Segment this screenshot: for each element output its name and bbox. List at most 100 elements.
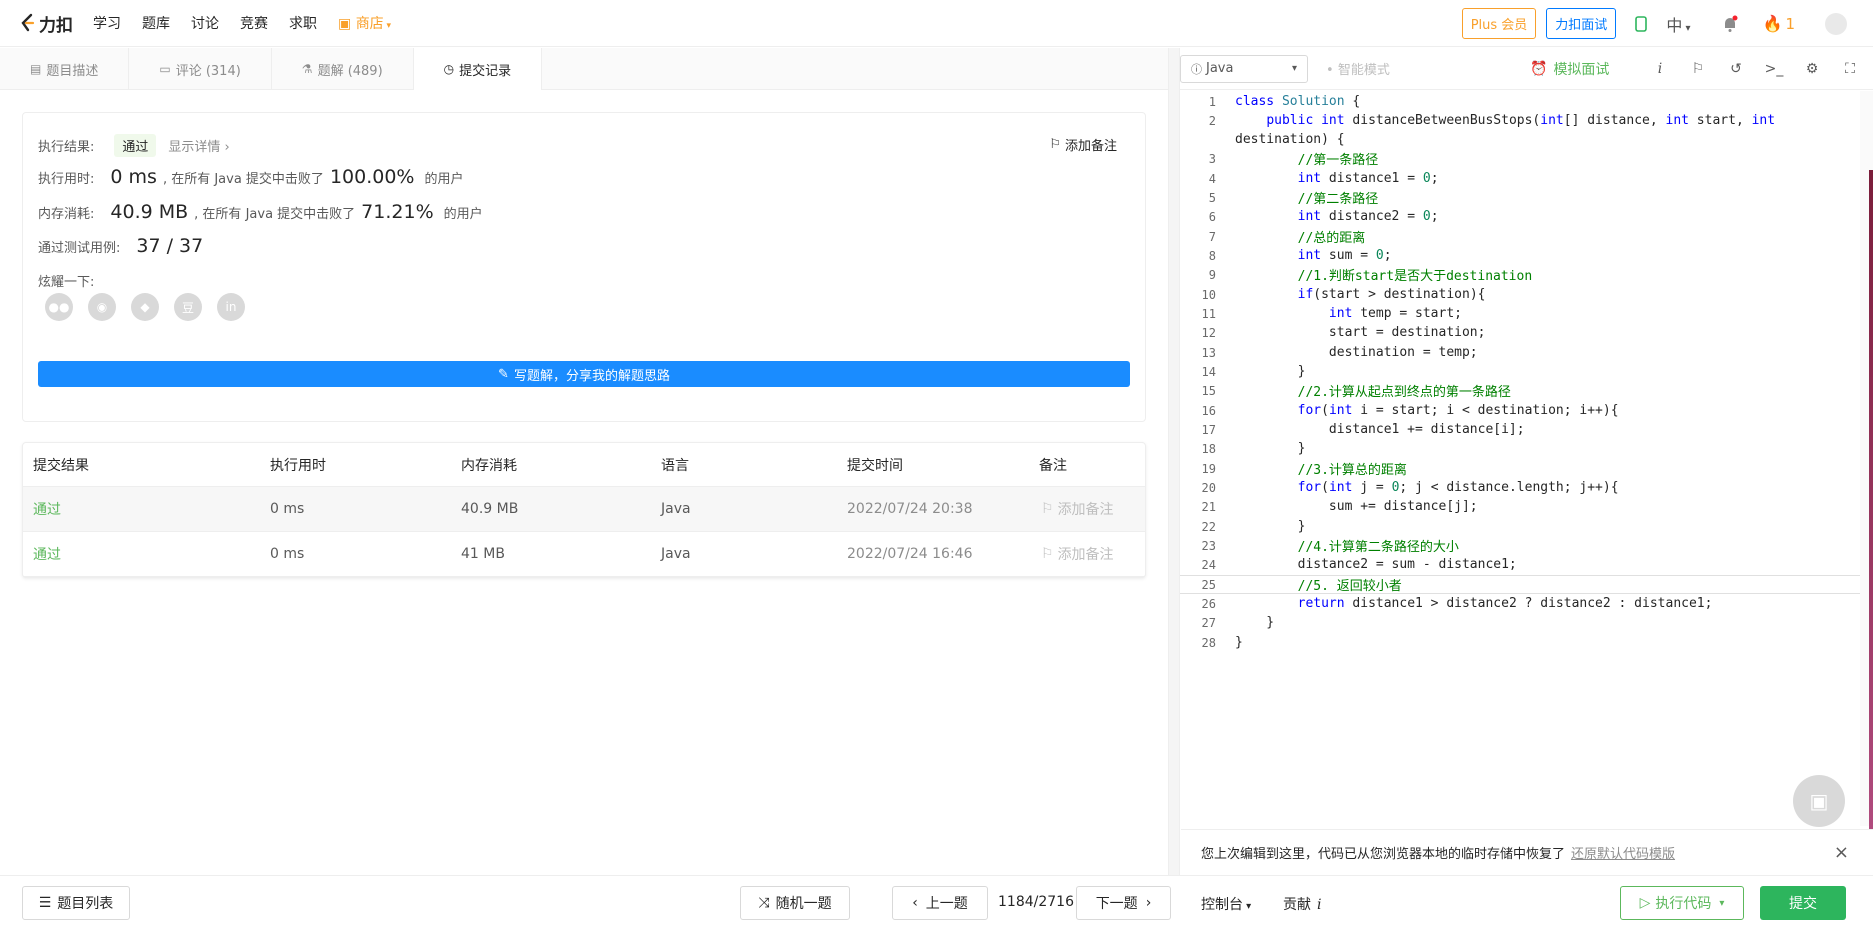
- memory-mid: , 在所有 Java 提交中击败了: [194, 207, 356, 222]
- nav-jobs[interactable]: 求职: [289, 13, 317, 33]
- logo[interactable]: 力扣: [20, 11, 73, 36]
- info-italic-icon[interactable]: i: [1649, 58, 1671, 80]
- problem-list-button[interactable]: ☰ 题目列表: [22, 886, 130, 920]
- problem-list-label: 题目列表: [57, 896, 114, 912]
- runtime-mid: , 在所有 Java 提交中击败了: [162, 172, 324, 187]
- code-line: 28}: [1201, 635, 1243, 650]
- tests-row: 通过测试用例: 37 / 37: [38, 235, 209, 257]
- pane-splitter[interactable]: [1168, 48, 1180, 875]
- show-detail-link[interactable]: 显示详情 ›: [168, 136, 229, 155]
- table-row[interactable]: 通过 0 ms 41 MB Java 2022/07/24 16:46 ⚐ 添加备…: [23, 532, 1145, 577]
- language-select-label: Java: [1206, 61, 1234, 76]
- flag-icon[interactable]: ⚐: [1687, 58, 1709, 80]
- contribute-button[interactable]: 贡献 i: [1283, 894, 1321, 914]
- restore-message: 您上次编辑到这里，代码已从您浏览器本地的临时存储中恢复了: [1201, 847, 1566, 862]
- code-line: 26 return distance1 > distance2 ? distan…: [1201, 596, 1713, 611]
- code-line: 24 distance2 = sum - distance1;: [1201, 557, 1517, 572]
- nav-shop[interactable]: ▣ 商店 ▾: [338, 13, 391, 33]
- add-note-button[interactable]: ⚐ 添加备注: [1049, 135, 1117, 154]
- status-label: 执行结果:: [38, 140, 95, 155]
- nav-shop-label: 商店: [355, 16, 384, 32]
- header-runtime: 执行用时: [270, 457, 326, 474]
- code-line: 16 for(int i = start; i < destination; i…: [1201, 403, 1619, 418]
- alarm-clock-icon: ⏰: [1530, 60, 1548, 77]
- linkedin-icon[interactable]: in: [217, 293, 245, 321]
- console-toggle[interactable]: 控制台 ▾: [1201, 894, 1251, 914]
- code-line: 19 //3.计算总的距离: [1201, 461, 1407, 479]
- gear-icon[interactable]: ⚙: [1801, 58, 1823, 80]
- mock-interview-button[interactable]: ⏰ 模拟面试: [1530, 59, 1609, 79]
- flag-icon: ⚐: [1041, 546, 1054, 562]
- close-icon[interactable]: ×: [1834, 842, 1849, 863]
- nav-discuss[interactable]: 讨论: [191, 13, 219, 33]
- mobile-icon[interactable]: [1630, 13, 1652, 35]
- random-problem-label: 随机一题: [775, 896, 832, 912]
- random-problem-button[interactable]: ⤨ 随机一题: [740, 886, 850, 920]
- problem-counter: 1184/2716: [998, 894, 1074, 910]
- code-editor[interactable]: 1 class Solution { 2 public int distanceB…: [1180, 91, 1860, 826]
- tab-submissions-label: 提交记录: [459, 63, 512, 79]
- submissions-table: 提交结果 执行用时 内存消耗 语言 提交时间 备注 通过 0 ms 40.9 M…: [22, 442, 1146, 578]
- qq-icon[interactable]: ◆: [131, 293, 159, 321]
- header-result: 提交结果: [33, 457, 89, 474]
- row-time: 2022/07/24 20:38: [847, 501, 973, 517]
- code-line: 17 distance1 += distance[i];: [1201, 422, 1525, 437]
- interview-button[interactable]: 力扣面试: [1546, 8, 1617, 39]
- smart-mode-toggle[interactable]: • 智能模式: [1326, 59, 1390, 78]
- row-add-note[interactable]: ⚐ 添加备注: [1041, 499, 1114, 519]
- nav-links: 学习 题库 讨论 竞赛 求职 ▣ 商店 ▾: [93, 13, 412, 33]
- code-line: 1 class Solution {: [1208, 94, 1361, 109]
- nav-contest[interactable]: 竞赛: [240, 13, 268, 33]
- plus-member-button[interactable]: Plus 会员: [1461, 8, 1537, 39]
- avatar[interactable]: [1825, 12, 1847, 35]
- nav-problems[interactable]: 题库: [142, 13, 170, 33]
- submit-button[interactable]: 提交: [1760, 886, 1846, 920]
- code-line: 14 }: [1201, 364, 1306, 379]
- next-problem-button[interactable]: 下一题 ›: [1076, 886, 1171, 920]
- bottom-bar: ☰ 题目列表 ⤨ 随机一题 ‹ 上一题 1184/2716 下一题 › 控制台 …: [0, 875, 1873, 931]
- document-icon: ▤: [30, 62, 42, 76]
- code-line: 4 int distance1 = 0;: [1208, 171, 1439, 186]
- table-row[interactable]: 通过 0 ms 40.9 MB Java 2022/07/24 20:38 ⚐ 添…: [23, 487, 1145, 532]
- row-result-link[interactable]: 通过: [33, 544, 61, 564]
- row-memory: 41 MB: [461, 546, 505, 562]
- code-line: 12 start = destination;: [1201, 325, 1486, 340]
- notebook-float-button[interactable]: ▣: [1793, 775, 1845, 827]
- language-select[interactable]: ⓘ Java ▾: [1180, 54, 1308, 83]
- restore-default-link[interactable]: 还原默认代码模版: [1571, 843, 1675, 862]
- row-add-note[interactable]: ⚐ 添加备注: [1041, 544, 1114, 564]
- tab-comments[interactable]: ▭ 评论 (314): [129, 48, 272, 90]
- contribute-label: 贡献: [1283, 897, 1311, 913]
- code-line: 10 if(start > destination){: [1201, 287, 1486, 302]
- play-icon: ▷: [1639, 895, 1651, 911]
- tab-submissions[interactable]: ◷ 提交记录: [413, 48, 543, 90]
- share-row: 炫耀一下:: [38, 271, 94, 290]
- write-solution-button[interactable]: ✎ 写题解，分享我的解题思路: [38, 361, 1130, 387]
- restore-notice: 您上次编辑到这里，代码已从您浏览器本地的临时存储中恢复了 还原默认代码模版 ×: [1181, 829, 1873, 875]
- weibo-icon[interactable]: ◉: [88, 293, 116, 321]
- code-line: 6 int distance2 = 0;: [1208, 209, 1439, 224]
- tests-label: 通过测试用例:: [38, 241, 121, 256]
- language-switch[interactable]: 中 ▾: [1666, 12, 1690, 36]
- prev-problem-label: 上一题: [925, 896, 968, 912]
- row-result-link[interactable]: 通过: [33, 499, 61, 519]
- status-badge: 通过: [114, 134, 157, 157]
- tab-description[interactable]: ▤ 题目描述: [0, 48, 130, 90]
- douban-icon[interactable]: 豆: [174, 293, 202, 321]
- code-line: 9 //1.判断start是否大于destination: [1208, 267, 1533, 285]
- prev-problem-button[interactable]: ‹ 上一题: [892, 886, 988, 920]
- nav-study[interactable]: 学习: [93, 13, 121, 33]
- terminal-icon[interactable]: >_: [1763, 58, 1785, 80]
- streak-counter[interactable]: 🔥 1: [1763, 14, 1795, 33]
- reset-icon[interactable]: ↺: [1725, 58, 1747, 80]
- tab-solutions[interactable]: ⚗ 题解 (489): [272, 48, 414, 90]
- smart-mode-label: 智能模式: [1337, 63, 1390, 78]
- runtime-value: 0 ms: [110, 166, 157, 188]
- row-runtime: 0 ms: [270, 501, 305, 517]
- memory-value: 40.9 MB: [110, 201, 189, 223]
- bell-icon[interactable]: [1719, 13, 1741, 35]
- wechat-icon[interactable]: ●●: [45, 293, 73, 321]
- run-code-button[interactable]: ▷ 执行代码 ▾: [1620, 886, 1744, 920]
- chevron-left-icon: ‹: [912, 895, 918, 911]
- fullscreen-icon[interactable]: ⛶: [1839, 58, 1861, 80]
